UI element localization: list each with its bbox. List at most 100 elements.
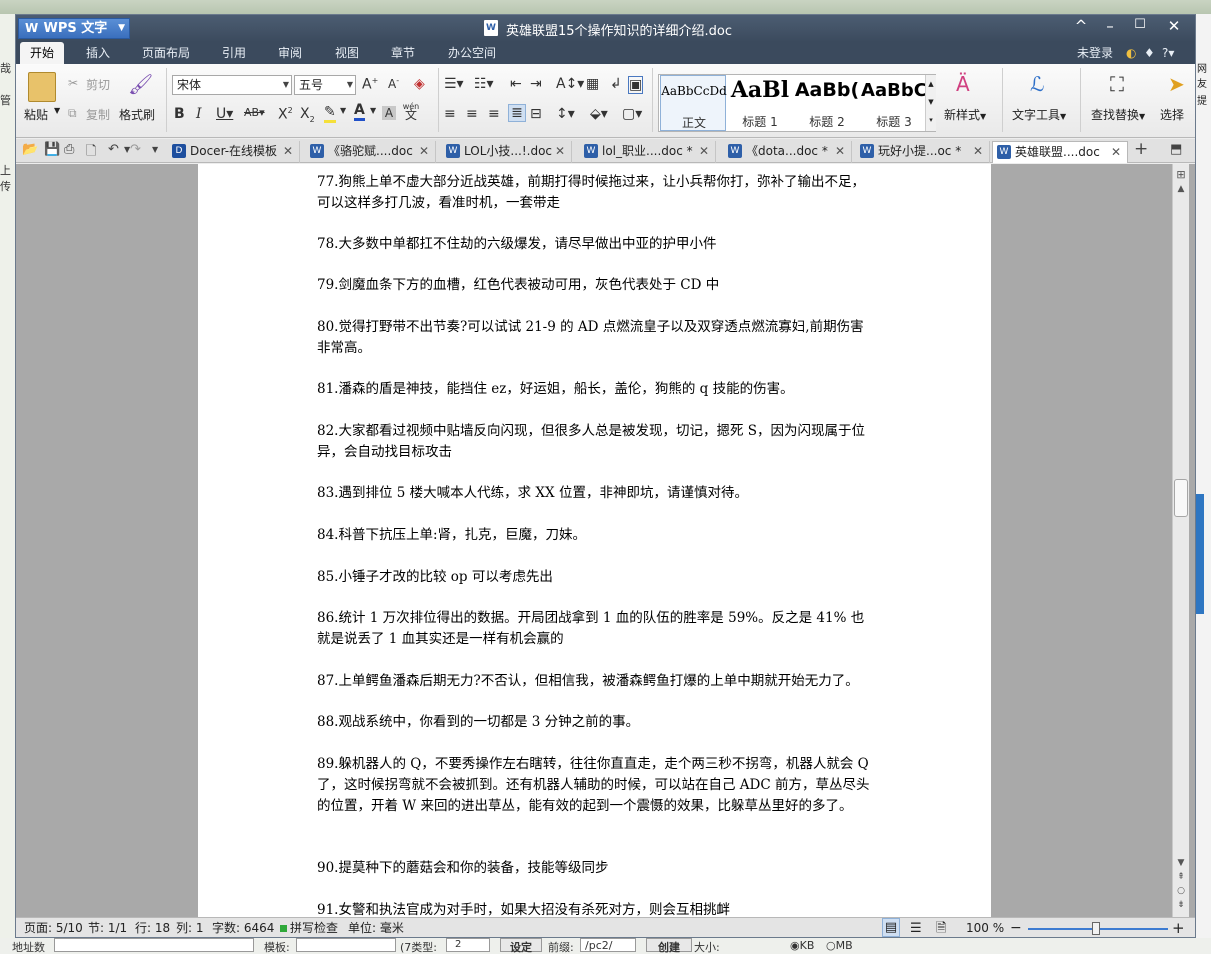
style-heading-3[interactable]: AaBbC 标题 3 [861,75,927,131]
bg-input[interactable] [296,938,396,952]
shirt-icon[interactable]: ♦ [1144,42,1155,64]
zoom-in-icon[interactable]: + [1172,918,1185,937]
style-heading-2[interactable]: AaBb( 标题 2 [794,75,860,131]
tab-home[interactable]: 开始 [20,42,64,64]
paragraph[interactable]: 78.大多数中单都扛不住劫的六级爆发，请尽早做出中亚的护甲小件 [317,234,873,255]
zoom-slider-thumb[interactable] [1092,922,1100,935]
paste-icon[interactable] [28,72,56,102]
italic-icon[interactable]: I [196,106,202,122]
prev-page-icon[interactable]: ⇞ [1173,872,1189,882]
new-style-icon[interactable]: Ä [956,72,970,96]
outline-view-icon[interactable]: ☰ [910,918,922,937]
tab-page-layout[interactable]: 页面布局 [134,42,198,64]
paragraph[interactable]: 82.大家都看过视频中贴墙反向闪现，但很多人总是被发现，切记，摁死 S，因为闪现… [317,421,873,463]
tab-insert[interactable]: 插入 [78,42,118,64]
tab-list-icon[interactable]: ⬒ [1170,142,1182,157]
chevron-down-icon[interactable]: ▼ [340,106,346,115]
bg-input[interactable]: /pc2/ [580,938,636,952]
select-browse-icon[interactable]: ○ [1173,886,1189,896]
document-page[interactable]: 77.狗熊上单不虚大部分近战英雄，前期打得时候拖过来，让小兵帮你打，弥补了输出不… [198,164,991,917]
paragraph[interactable]: 80.觉得打野带不出节奏?可以试试 21-9 的 AD 点燃流皇子以及双穿透点燃… [317,317,873,359]
paragraph-shading-icon[interactable]: ⬙▾ [590,106,608,122]
save-icon[interactable]: 💾 [44,142,60,157]
bg-radio-mb[interactable]: ○MB [826,939,853,952]
style-normal[interactable]: AaBbCcDd 正文 [660,75,727,131]
style-heading-1[interactable]: AaBl 标题 1 [727,75,793,131]
paragraph[interactable]: 87.上单鳄鱼潘森后期无力?不否认，但相信我，被潘森鳄鱼打爆的上单中期就开始无力… [317,671,873,692]
close-icon[interactable]: ✕ [835,141,845,161]
doc-tab[interactable]: Wlol_职业....doc * ✕ [580,141,716,163]
font-color-icon[interactable]: A [354,102,365,121]
char-shading-icon[interactable]: A [382,106,396,120]
paragraph[interactable]: 79.剑魔血条下方的血槽，红色代表被动可用，灰色代表处于 CD 中 [317,275,873,296]
collapse-ribbon-icon[interactable]: ^ [1067,17,1095,35]
doc-tab-active[interactable]: W 英雄联盟....doc ✕ [992,141,1128,163]
table-icon[interactable]: ▦ [586,76,599,92]
tab-review[interactable]: 审阅 [270,42,310,64]
superscript-icon[interactable]: X2 [278,106,293,123]
cut-button[interactable]: 剪切 [86,76,110,93]
bg-radio-kb[interactable]: ◉KB [790,939,814,952]
next-page-icon[interactable]: ⇟ [1173,900,1189,910]
pinyin-guide-icon[interactable]: wén 文 [400,102,422,121]
paragraph[interactable]: 85.小锤子才改的比较 op 可以考虑先出 [317,567,873,588]
justify-icon[interactable]: ≣ [508,104,526,122]
close-icon[interactable]: ✕ [699,141,709,161]
tab-references[interactable]: 引用 [214,42,254,64]
print-preview-icon[interactable]: 🗋 [86,142,96,164]
paragraph[interactable]: 84.科普下抗压上单:肾，扎克，巨魔，刀妹。 [317,525,873,546]
maximize-button[interactable]: ☐ [1126,17,1154,32]
new-style-button[interactable]: 新样式▼ [944,106,986,123]
web-view-icon[interactable]: 🗎 [936,918,946,937]
undo-icon[interactable]: ↶ [108,142,119,157]
doc-tab[interactable]: D Docer-在线模板 ✕ [168,141,300,163]
page-view-icon[interactable]: ▤ [882,918,900,937]
redo-icon[interactable]: ↷ [130,142,141,157]
minimize-button[interactable]: – [1096,17,1124,35]
paragraph[interactable]: 88.观战系统中，你看到的一切都是 3 分钟之前的事。 [317,712,873,733]
doc-tab[interactable]: W 《dota...doc * ✕ [724,141,852,163]
zoom-level[interactable]: 100 % [966,918,1004,937]
wps-app-button[interactable]: W WPS 文字 ▼ [18,18,130,39]
tab-view[interactable]: 视图 [327,42,367,64]
bg-select[interactable]: 2 [446,938,490,952]
paragraph[interactable]: 77.狗熊上单不虚大部分近战英雄，前期打得时候拖过来，让小兵帮你打，弥补了输出不… [317,172,873,214]
decrease-indent-icon[interactable]: ⇤ [510,76,522,92]
text-tools-icon[interactable]: ℒ [1030,72,1044,96]
find-replace-button[interactable]: 查找替换▼ [1091,106,1145,123]
select-cursor-icon[interactable]: ➤ [1168,72,1185,96]
text-tools-button[interactable]: 文字工具▼ [1012,106,1066,123]
scroll-thumb[interactable] [1174,479,1188,517]
ruler-toggle-icon[interactable]: ⊞ [1173,168,1189,181]
bullet-list-icon[interactable]: ☰▾ [444,76,464,92]
highlight-icon[interactable]: ✎ [324,104,336,123]
tab-chapter[interactable]: 章节 [383,42,423,64]
shrink-font-icon[interactable]: A- [388,76,399,91]
doc-tab[interactable]: W LOL小技...!.doc ✕ [442,141,572,163]
font-name-select[interactable]: 宋体 ▼ [172,75,292,95]
show-marks-icon[interactable]: ▣ [628,76,644,94]
scroll-up-icon[interactable]: ▲ [1173,184,1189,194]
clear-format-icon[interactable]: ◈ [414,76,425,92]
paragraph[interactable]: 89.躲机器人的 Q，不要秀操作左右瞎转，往往你直直走，走个两三秒不拐弯，机器人… [317,754,873,817]
customize-qa-icon[interactable]: ▼ [152,145,158,154]
print-icon[interactable]: ⎙ [64,142,74,157]
copy-button[interactable]: 复制 [86,106,110,123]
distribute-icon[interactable]: ⊟ [530,106,542,122]
align-center-icon[interactable]: ≡ [466,106,478,122]
increase-indent-icon[interactable]: ⇥ [530,76,542,92]
close-icon[interactable]: ✕ [283,141,293,161]
spellcheck-toggle[interactable]: 拼写检查 [290,918,338,937]
bg-create-button[interactable]: 创建 [646,938,692,954]
align-left-icon[interactable]: ≡ [444,106,456,122]
bg-set-button[interactable]: 设定 [500,938,542,954]
paragraph[interactable]: 91.女警和执法官成为对手时，如果大招没有杀死对方，则会互相挑衅 [317,900,873,917]
paragraph[interactable]: 81.潘森的盾是神技，能挡住 ez，好运姐，船长，盖伦，狗熊的 q 技能的伤害。 [317,379,873,400]
zoom-out-icon[interactable]: − [1010,918,1022,937]
numbered-list-icon[interactable]: ☷▾ [474,76,494,92]
styles-scroll[interactable]: ▲ ▼ ▾ [925,75,936,131]
paste-button[interactable]: 粘贴 [24,106,48,123]
scroll-down-icon[interactable]: ▼ [1173,858,1189,868]
format-painter-icon[interactable]: 🖌 [128,72,153,96]
line-spacing-icon[interactable]: ↕▾ [556,106,575,122]
